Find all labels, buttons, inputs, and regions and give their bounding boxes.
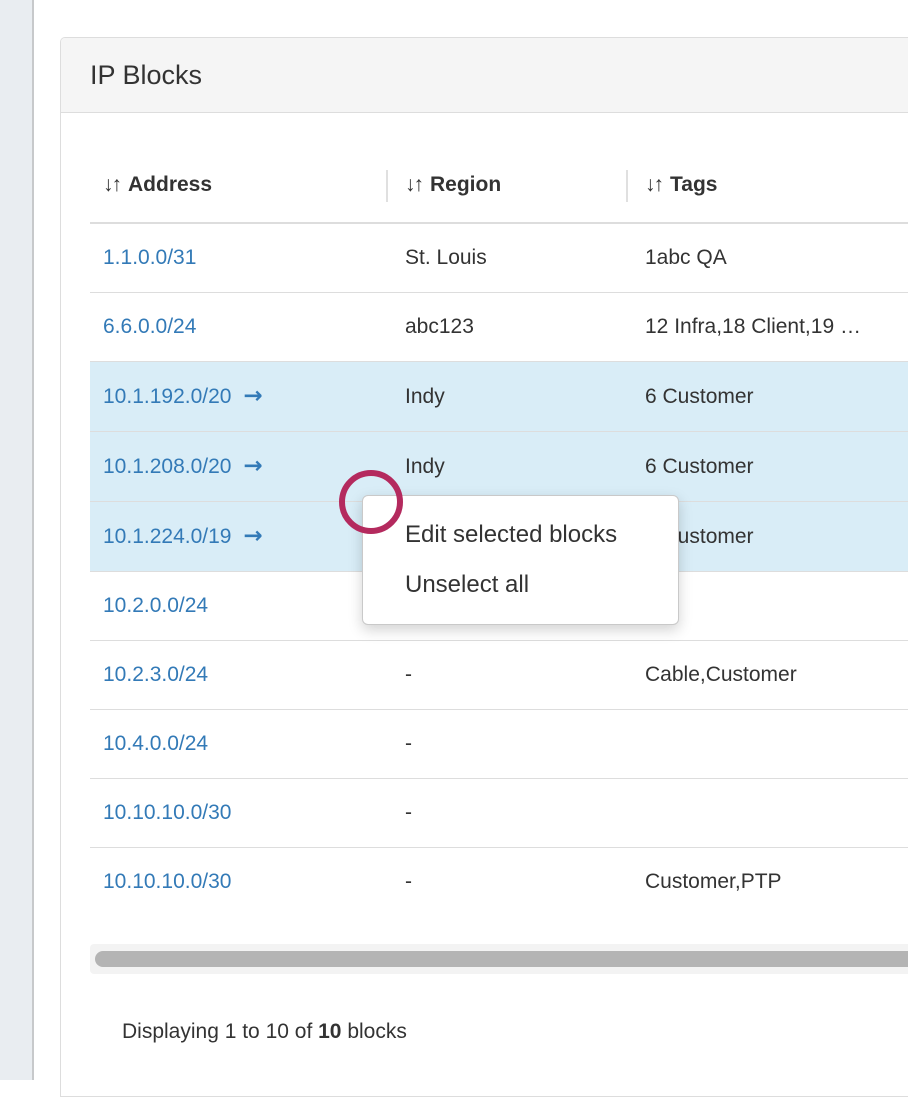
column-header-address[interactable]: ↓↑ Address	[90, 165, 386, 223]
menu-item-unselect-all[interactable]: Unselect all	[363, 560, 678, 610]
table-row[interactable]: 10.10.10.0/30 -	[90, 779, 908, 848]
horizontal-scrollbar-track[interactable]	[90, 944, 908, 974]
address-cell: 10.2.0.0/24	[90, 572, 386, 641]
context-menu: Edit selected blocks Unselect all	[362, 495, 679, 625]
tags-cell: 1abc QA	[626, 223, 908, 293]
table-row[interactable]: 10.2.3.0/24 - Cable,Customer	[90, 641, 908, 710]
region-cell: -	[386, 779, 626, 848]
ip-block-link[interactable]: 10.10.10.0/30	[103, 870, 231, 893]
ip-block-link[interactable]: 10.4.0.0/24	[103, 732, 208, 755]
ip-block-link[interactable]: 1.1.0.0/31	[103, 246, 196, 269]
app-side-rail	[0, 0, 34, 1080]
status-suffix: blocks	[341, 1020, 406, 1043]
tags-cell: 6 Customer	[626, 432, 908, 502]
ip-block-link[interactable]: 10.1.192.0/20	[103, 385, 231, 408]
column-label: Address	[128, 173, 212, 196]
table-row[interactable]: 10.4.0.0/24 -	[90, 710, 908, 779]
region-cell: Indy	[386, 432, 626, 502]
address-cell: 10.10.10.0/30	[90, 779, 386, 848]
address-cell: 10.1.224.0/19 →	[90, 502, 386, 572]
selected-arrow-icon: →	[243, 523, 262, 549]
region-cell: -	[386, 710, 626, 779]
region-cell: Indy	[386, 362, 626, 432]
table-header-row: ↓↑ Address ↓↑ Region ↓↑ Tags	[90, 165, 908, 223]
region-cell: -	[386, 848, 626, 917]
status-prefix: Displaying 1 to 10 of	[122, 1020, 318, 1043]
table-row[interactable]: 6.6.0.0/24 abc123 12 Infra,18 Client,19 …	[90, 293, 908, 362]
tags-cell: Cable,Customer	[626, 641, 908, 710]
address-cell: 1.1.0.0/31	[90, 223, 386, 293]
table-row[interactable]: 10.1.208.0/20 → Indy 6 Customer	[90, 432, 908, 502]
table-row[interactable]: 10.1.192.0/20 → Indy 6 Customer	[90, 362, 908, 432]
selected-arrow-icon: →	[243, 383, 262, 409]
address-cell: 10.10.10.0/30	[90, 848, 386, 917]
pagination-status: Displaying 1 to 10 of 10 blocks	[122, 1018, 407, 1046]
tags-cell	[626, 779, 908, 848]
sort-icon: ↓↑	[103, 173, 120, 196]
table-row[interactable]: 1.1.0.0/31 St. Louis 1abc QA	[90, 223, 908, 293]
panel-header: IP Blocks	[61, 38, 908, 113]
tags-cell: 12 Infra,18 Client,19 …	[626, 293, 908, 362]
ip-block-link[interactable]: 10.10.10.0/30	[103, 801, 231, 824]
horizontal-scrollbar-thumb[interactable]	[95, 951, 908, 967]
column-label: Region	[430, 173, 501, 196]
ip-block-link[interactable]: 10.1.224.0/19	[103, 525, 231, 548]
total-count: 10	[318, 1020, 341, 1043]
sort-icon: ↓↑	[645, 173, 662, 196]
tags-cell: Customer,PTP	[626, 848, 908, 917]
tags-cell	[626, 710, 908, 779]
address-cell: 10.4.0.0/24	[90, 710, 386, 779]
address-cell: 6.6.0.0/24	[90, 293, 386, 362]
ip-block-link[interactable]: 6.6.0.0/24	[103, 315, 196, 338]
region-cell: abc123	[386, 293, 626, 362]
selected-arrow-icon: →	[243, 453, 262, 479]
menu-item-edit-selected-blocks[interactable]: Edit selected blocks	[363, 510, 678, 560]
column-header-region[interactable]: ↓↑ Region	[386, 165, 626, 223]
region-cell: -	[386, 641, 626, 710]
address-cell: 10.1.208.0/20 →	[90, 432, 386, 502]
address-cell: 10.2.3.0/24	[90, 641, 386, 710]
column-label: Tags	[670, 173, 717, 196]
tags-cell: 6 Customer	[626, 362, 908, 432]
table-row[interactable]: 10.10.10.0/30 - Customer,PTP	[90, 848, 908, 917]
sort-icon: ↓↑	[405, 173, 422, 196]
region-cell: St. Louis	[386, 223, 626, 293]
page-title: IP Blocks	[90, 60, 202, 91]
ip-block-link[interactable]: 10.2.0.0/24	[103, 594, 208, 617]
address-cell: 10.1.192.0/20 →	[90, 362, 386, 432]
ip-block-link[interactable]: 10.1.208.0/20	[103, 455, 231, 478]
column-header-tags[interactable]: ↓↑ Tags	[626, 165, 908, 223]
ip-block-link[interactable]: 10.2.3.0/24	[103, 663, 208, 686]
